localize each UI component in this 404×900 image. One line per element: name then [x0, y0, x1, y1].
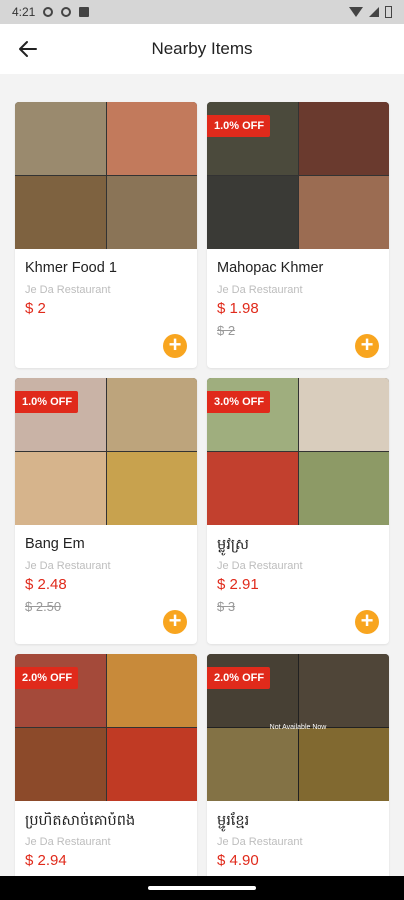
- item-name: ប្រហិតសាច់គោបំពង: [25, 813, 136, 829]
- item-store: Je Da Restaurant: [25, 560, 111, 572]
- status-time: 4:21: [12, 5, 36, 19]
- app-bar: Nearby Items: [0, 24, 404, 74]
- item-image: [15, 102, 197, 249]
- item-original-price: $ 3: [217, 599, 236, 614]
- status-left: 4:21: [12, 5, 90, 19]
- item-price: $ 1.98: [217, 300, 259, 317]
- add-to-cart-button[interactable]: +: [355, 334, 379, 358]
- discount-badge: 2.0% OFF: [15, 667, 79, 689]
- image-tile: [15, 654, 106, 727]
- status-bar: 4:21: [0, 0, 404, 24]
- item-card[interactable]: 2.0% OFF ប្រហិតសាច់គោបំពង Je Da Restaurant…: [15, 654, 197, 900]
- image-tile: [106, 452, 197, 525]
- item-card[interactable]: Khmer Food 1 Je Da Restaurant $ 2 +: [15, 102, 197, 368]
- item-original-price: $ 2: [217, 323, 236, 338]
- add-to-cart-button[interactable]: +: [163, 610, 187, 634]
- item-card[interactable]: 3.0% OFF ម្លូវស្រ Je Da Restaurant $ 2.91 $ …: [207, 378, 389, 644]
- image-tile: [207, 378, 298, 451]
- image-tile: [15, 102, 106, 175]
- image-tile: [106, 654, 197, 727]
- image-tile: [207, 176, 298, 249]
- item-name: Khmer Food 1: [25, 260, 117, 276]
- image-tile: [106, 176, 197, 249]
- item-store: Je Da Restaurant: [217, 836, 303, 848]
- home-indicator[interactable]: [148, 886, 256, 890]
- item-name: ម្លូវស្រ: [217, 537, 249, 553]
- discount-badge: 1.0% OFF: [207, 115, 271, 137]
- image-tile: [207, 452, 298, 525]
- image-tile: [298, 452, 389, 525]
- item-name: ម្ជូរខ្មែរ: [217, 813, 250, 829]
- item-store: Je Da Restaurant: [25, 284, 111, 296]
- image-tile: [106, 102, 197, 175]
- item-image: 3.0% OFF: [207, 378, 389, 525]
- item-price: $ 2.48: [25, 576, 67, 593]
- plus-icon: +: [168, 608, 182, 633]
- not-available-label: Not Available Now: [269, 724, 327, 731]
- plus-icon: +: [168, 332, 182, 357]
- items-list[interactable]: Khmer Food 1 Je Da Restaurant $ 2 +1.0% OFF…: [0, 102, 404, 900]
- image-tile: [106, 728, 197, 801]
- item-store: Je Da Restaurant: [217, 560, 303, 572]
- image-tile: [15, 452, 106, 525]
- page-title: Nearby Items: [151, 39, 253, 58]
- item-image: Not Available Now 2.0% OFF: [207, 654, 389, 801]
- status-right: [349, 6, 392, 18]
- item-card[interactable]: 1.0% OFF Bang Em Je Da Restaurant $ 2.48 $ 2…: [15, 378, 197, 644]
- image-tile: [298, 176, 389, 249]
- item-image: 2.0% OFF: [15, 654, 197, 801]
- item-price: $ 4.90: [217, 852, 259, 869]
- arrow-left-icon: [19, 41, 37, 57]
- signal-icon: [369, 7, 379, 17]
- add-to-cart-button[interactable]: +: [355, 610, 379, 634]
- image-tile: [15, 378, 106, 451]
- image-tile: [298, 102, 389, 175]
- item-original-price: $ 2.50: [25, 599, 62, 614]
- image-tile: [207, 102, 298, 175]
- wifi-icon: [349, 7, 363, 17]
- item-image: 1.0% OFF: [207, 102, 389, 249]
- discount-badge: 1.0% OFF: [15, 391, 79, 413]
- item-store: Je Da Restaurant: [25, 836, 111, 848]
- battery-icon: [385, 6, 392, 18]
- item-image: 1.0% OFF: [15, 378, 197, 525]
- back-button[interactable]: [12, 33, 44, 65]
- item-price: $ 2.94: [25, 852, 67, 869]
- item-card[interactable]: 1.0% OFF Mahopac Khmer Je Da Restaurant $ 1…: [207, 102, 389, 368]
- item-card[interactable]: Not Available Now 2.0% OFF ម្ជូរខ្មែរ Je Da…: [207, 654, 389, 900]
- item-name: Bang Em: [25, 536, 85, 552]
- plus-icon: +: [360, 332, 374, 357]
- item-store: Je Da Restaurant: [217, 284, 303, 296]
- notification-icon: [43, 7, 54, 17]
- item-price: $ 2.91: [217, 576, 259, 593]
- discount-badge: 2.0% OFF: [207, 667, 271, 689]
- plus-icon: +: [360, 608, 374, 633]
- image-tile: [106, 378, 197, 451]
- image-tile: [15, 176, 106, 249]
- navigation-bar: [0, 876, 404, 900]
- items-grid: Khmer Food 1 Je Da Restaurant $ 2 +1.0% OFF…: [0, 102, 404, 900]
- add-to-cart-button[interactable]: +: [163, 334, 187, 358]
- item-price: $ 2: [25, 300, 46, 317]
- image-tile: [15, 728, 106, 801]
- sync-icon: [61, 7, 72, 17]
- item-name: Mahopac Khmer: [217, 260, 324, 276]
- sd-card-icon: [79, 7, 90, 17]
- discount-badge: 3.0% OFF: [207, 391, 271, 413]
- image-tile: [298, 378, 389, 451]
